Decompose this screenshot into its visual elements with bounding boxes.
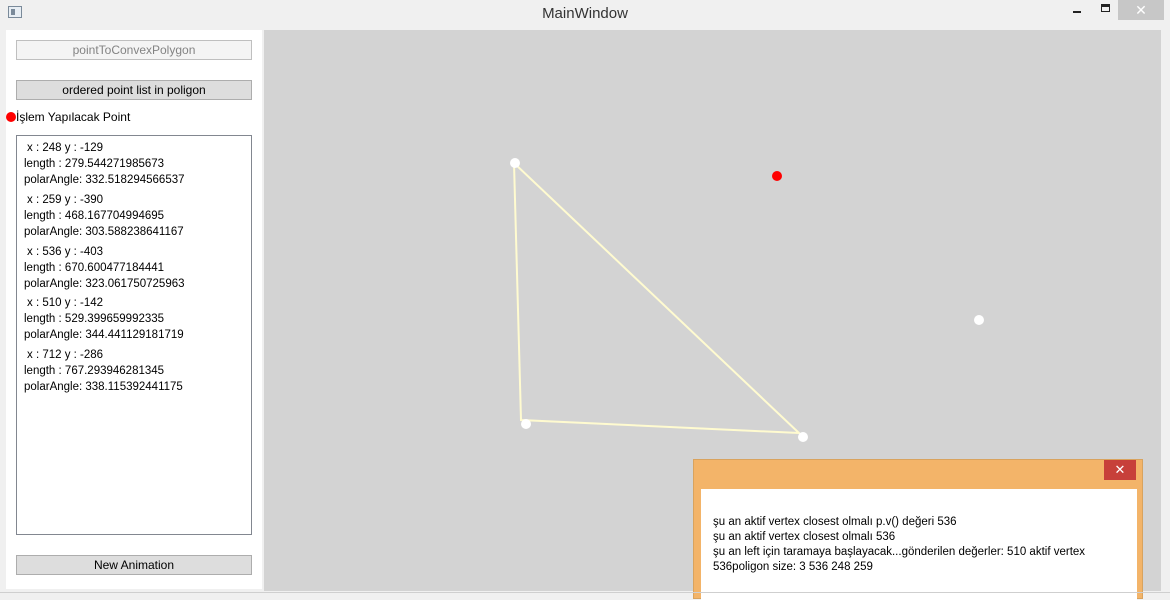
minimize-button[interactable] (1068, 0, 1088, 20)
maximize-button[interactable] (1096, 0, 1116, 20)
polygon-point (510, 158, 520, 168)
polygon-point (521, 419, 531, 429)
title-bar: MainWindow ✕ (0, 0, 1170, 28)
point-length: length : 767.293946281345 (24, 365, 165, 377)
point-coords: x : 712 y : -286 (27, 349, 104, 361)
list-item[interactable]: x : 510 y : -142 length : 529.3996599923… (24, 295, 184, 343)
log-line: şu an aktif vertex closest olmalı p.v() … (713, 516, 957, 528)
point-polar-angle: polarAngle: 344.441129181719 (24, 329, 184, 341)
point-polar-angle: polarAngle: 332.518294566537 (24, 174, 185, 186)
window-title: MainWindow (542, 5, 628, 22)
log-output: şu an aktif vertex closest olmalı p.v() … (701, 489, 1137, 600)
point-length: length : 670.600477184441 (24, 262, 165, 274)
list-item[interactable]: x : 259 y : -390 length : 468.1677049946… (24, 192, 184, 240)
point-coords: x : 536 y : -403 (27, 246, 104, 258)
point-length: length : 468.167704994695 (24, 210, 165, 222)
list-item[interactable]: x : 248 y : -129 length : 279.5442719856… (24, 140, 185, 188)
ordered-point-list-button[interactable]: ordered point list in poligon (16, 80, 252, 100)
point-length: length : 529.399659992335 (24, 313, 165, 325)
new-animation-button[interactable]: New Animation (16, 555, 252, 575)
sidebar: pointToConvexPolygon ordered point list … (6, 30, 262, 589)
point-coords: x : 259 y : -390 (27, 194, 104, 206)
point-coords: x : 510 y : -142 (27, 297, 104, 309)
dialog-close-button[interactable]: ✕ (1104, 460, 1136, 480)
point-length: length : 279.544271985673 (24, 158, 165, 170)
point-to-convex-polygon-button[interactable]: pointToConvexPolygon (16, 40, 252, 60)
point-polar-angle: polarAngle: 303.588238641167 (24, 226, 184, 238)
point-label: İşlem Yapılacak Point (16, 110, 131, 124)
point-coords: x : 248 y : -129 (27, 142, 104, 154)
list-item[interactable]: x : 712 y : -286 length : 767.2939462813… (24, 347, 183, 395)
convex-polygon (512, 160, 802, 435)
active-point-indicator-icon (6, 112, 16, 122)
window-bottom-border (0, 592, 1170, 593)
point-listbox[interactable]: x : 248 y : -129 length : 279.5442719856… (16, 135, 252, 535)
close-button[interactable]: ✕ (1118, 0, 1164, 20)
log-line: şu an aktif vertex closest olmalı 536 (713, 531, 896, 543)
active-point (772, 171, 782, 181)
point-polar-angle: polarAngle: 323.061750725963 (24, 278, 185, 290)
log-dialog: ✕ şu an aktif vertex closest olmalı p.v(… (693, 459, 1143, 600)
log-line: 536poligon size: 3 536 248 259 (713, 561, 873, 573)
polygon-point (798, 432, 808, 442)
polygon-point (974, 315, 984, 325)
list-item[interactable]: x : 536 y : -403 length : 670.6004771844… (24, 244, 185, 292)
log-line: şu an left için taramaya başlayacak...gö… (713, 546, 1086, 558)
point-polar-angle: polarAngle: 338.115392441175 (24, 381, 183, 393)
